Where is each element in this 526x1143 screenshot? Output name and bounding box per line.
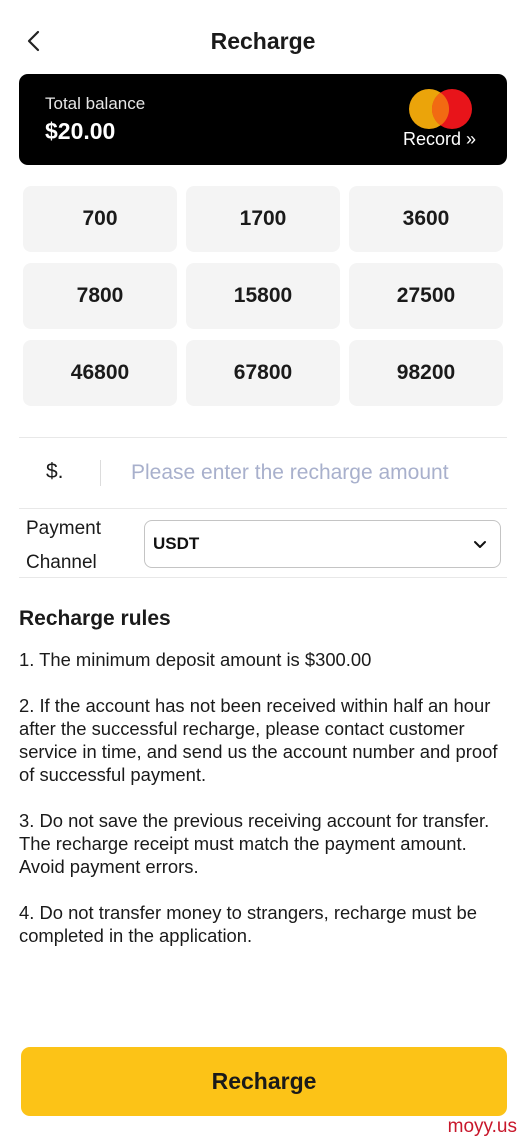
chevron-down-icon xyxy=(474,541,486,548)
amount-option[interactable]: 27500 xyxy=(349,263,503,329)
amount-option[interactable]: 1700 xyxy=(186,186,340,252)
balance-label: Total balance xyxy=(45,94,146,113)
amount-grid: 700 1700 3600 7800 15800 27500 46800 678… xyxy=(23,186,503,406)
amount-option[interactable]: 3600 xyxy=(349,186,503,252)
amount-input-row: $. xyxy=(19,438,507,508)
rules-list: 1. The minimum deposit amount is $300.00… xyxy=(19,648,509,970)
payment-channel-select[interactable]: USDT xyxy=(144,520,501,568)
amount-option[interactable]: 98200 xyxy=(349,340,503,406)
rule-item: 2. If the account has not been received … xyxy=(19,695,498,785)
balance-value: $20.00 xyxy=(45,118,116,144)
amount-option[interactable]: 46800 xyxy=(23,340,177,406)
watermark: moyy.us xyxy=(447,1116,517,1137)
divider xyxy=(19,508,507,509)
amount-option[interactable]: 67800 xyxy=(186,340,340,406)
balance-card: Total balance $20.00 Record » xyxy=(19,74,507,165)
rule-item: 3. Do not save the previous receiving ac… xyxy=(19,810,490,877)
vertical-divider xyxy=(100,460,101,486)
page-title: Recharge xyxy=(210,28,316,54)
payment-channel-value: USDT xyxy=(153,534,200,553)
currency-prefix: $. xyxy=(46,460,64,483)
header: Recharge xyxy=(0,0,526,80)
rules-title: Recharge rules xyxy=(19,607,171,630)
divider xyxy=(19,577,507,578)
recharge-button[interactable]: Recharge xyxy=(21,1047,507,1116)
payment-channel-label: Payment Channel xyxy=(26,518,101,573)
amount-input[interactable] xyxy=(131,453,501,493)
mastercard-logo-icon xyxy=(409,89,472,129)
rule-item: 1. The minimum deposit amount is $300.00 xyxy=(19,649,372,670)
amount-option[interactable]: 700 xyxy=(23,186,177,252)
amount-option[interactable]: 15800 xyxy=(186,263,340,329)
record-link[interactable]: Record » xyxy=(403,129,476,150)
amount-option[interactable]: 7800 xyxy=(23,263,177,329)
rule-item: 4. Do not transfer money to strangers, r… xyxy=(19,902,477,946)
